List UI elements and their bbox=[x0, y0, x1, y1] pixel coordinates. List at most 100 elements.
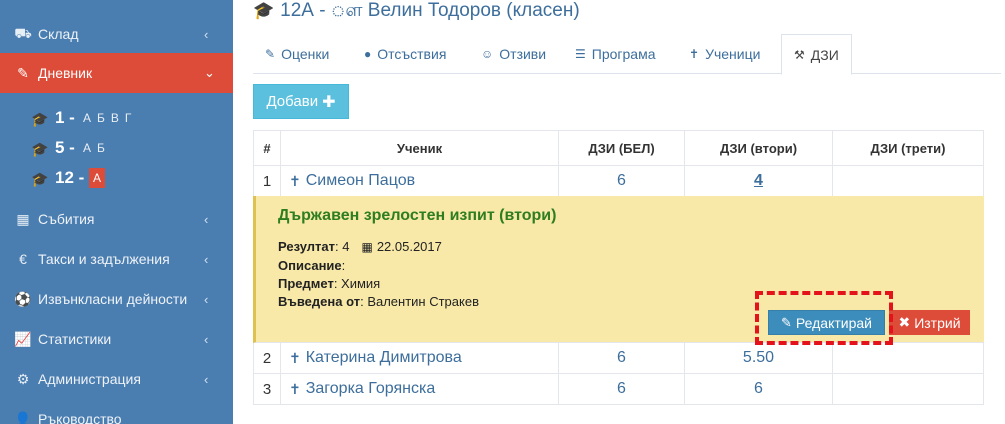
exclamation-icon: ● bbox=[364, 47, 372, 61]
row-number: 3 bbox=[253, 374, 281, 405]
class-letter-link[interactable]: В bbox=[111, 111, 119, 125]
cogs-icon: ⚙ bbox=[16, 370, 30, 387]
table-header: ДЗИ (втори) bbox=[685, 130, 833, 166]
student-name-link[interactable]: Загорка Горянска bbox=[306, 380, 436, 398]
grade-second-cell[interactable]: 5.50 bbox=[685, 343, 833, 374]
grade-label[interactable]: 12 - bbox=[55, 168, 84, 188]
sidebar-item-events[interactable]: ▦ Събития ‹ bbox=[0, 199, 233, 239]
sidebar-item-administration[interactable]: ⚙ Администрация ‹ bbox=[0, 359, 233, 399]
page-title: 🎓 12А - ௗ Велин Тодоров (класен) bbox=[253, 0, 580, 24]
sidebar-item-extracurricular[interactable]: ⚽ Извънкласни дейности ‹ bbox=[0, 279, 233, 319]
detail-result-line: Резултат: 4 ▦ 22.05.2017 bbox=[278, 239, 442, 254]
grade-second-cell[interactable]: 4 bbox=[685, 166, 833, 197]
tab-bar: ✎ Оценки ● Отсъствия ☺ Отзиви ☰ Програма ✝ Уч… bbox=[253, 34, 1001, 75]
result-value: 4 bbox=[342, 239, 350, 254]
sidebar-item-label: Дневник bbox=[38, 65, 93, 81]
tab-schedule[interactable]: ☰ Програма bbox=[575, 34, 656, 74]
grade-third-cell[interactable] bbox=[833, 374, 984, 405]
pencil-icon: ✎ bbox=[265, 47, 276, 61]
tab-label: Ученици bbox=[705, 46, 761, 62]
sidebar-item-fees[interactable]: € Такси и задължения ‹ bbox=[0, 239, 233, 279]
grade-third-cell[interactable] bbox=[833, 343, 984, 374]
detail-entered-by-line: Въведена от: Валентин Стракев bbox=[278, 294, 479, 309]
detail-description-line: Описание: bbox=[278, 258, 346, 273]
entered-by-value: Валентин Стракев bbox=[367, 294, 479, 309]
child-icon: ✝ bbox=[289, 380, 301, 397]
class-letter-link[interactable]: А bbox=[83, 141, 91, 155]
delete-button[interactable]: ✖ Изтрий bbox=[889, 310, 970, 335]
main-content: 🎓 12А - ௗ Велин Тодоров (класен) ✎ Оценки … bbox=[233, 0, 1005, 424]
page-title-text: 12А - ௗ Велин Тодоров (класен) bbox=[280, 0, 580, 21]
chevron-left-icon: ‹ bbox=[204, 26, 209, 42]
grade-12-group: 🎓 12 - А bbox=[0, 164, 233, 194]
sidebar-item-warehouse[interactable]: ⛟ Склад ‹ bbox=[0, 14, 233, 54]
grade-label[interactable]: 1 - bbox=[55, 108, 75, 128]
sidebar-item-statistics[interactable]: 📈 Статистики ‹ bbox=[0, 319, 233, 359]
child-icon: ✝ bbox=[689, 47, 700, 61]
calendar-icon: ▦ bbox=[361, 240, 373, 254]
class-letter-link[interactable]: Г bbox=[125, 111, 132, 125]
grade-bel-cell[interactable]: 6 bbox=[559, 374, 685, 405]
class-letter-link[interactable]: Б bbox=[97, 141, 105, 155]
sidebar-item-label: Такси и задължения bbox=[38, 251, 170, 267]
grade-bel-cell[interactable]: 6 bbox=[559, 343, 685, 374]
gavel-icon: ⚒ bbox=[794, 47, 805, 62]
plus-icon: ✚ bbox=[322, 93, 336, 111]
grade-letters: АБ bbox=[83, 141, 111, 155]
grade-bel-cell[interactable]: 6 bbox=[559, 166, 685, 197]
graduation-cap-icon: 🎓 bbox=[31, 141, 49, 157]
grade-label[interactable]: 5 - bbox=[55, 138, 75, 158]
student-name-cell[interactable]: ✝ Загорка Горянска bbox=[281, 374, 559, 405]
tab-students[interactable]: ✝ Ученици bbox=[689, 34, 760, 74]
grade-letters: АБВГ bbox=[83, 111, 137, 125]
table-header: ДЗИ (трети) bbox=[833, 130, 984, 166]
tab-label: Програма bbox=[591, 46, 656, 62]
chevron-left-icon: ‹ bbox=[204, 371, 209, 387]
class-letter-link[interactable]: Б bbox=[97, 111, 105, 125]
edit-button[interactable]: ✎ Редактирай bbox=[768, 310, 885, 335]
sidebar-item-label: Извънкласни дейности bbox=[38, 291, 188, 307]
list-icon: ☰ bbox=[575, 47, 586, 61]
add-button-label: Добави bbox=[266, 93, 319, 110]
sidebar-item-label: Ръководство bbox=[38, 411, 122, 424]
sidebar: ⛟ Склад ‹ ✎ Дневник ⌄ 🎓 1 - АБВГ 🎓 5 - А… bbox=[0, 0, 233, 424]
tab-absences[interactable]: ● Отсъствия bbox=[364, 34, 446, 74]
student-name-link[interactable]: Катерина Димитрова bbox=[306, 349, 462, 367]
chevron-left-icon: ‹ bbox=[204, 291, 209, 307]
grade-second-cell[interactable]: 6 bbox=[685, 374, 833, 405]
calendar-icon: ▦ bbox=[16, 210, 30, 227]
tab-label: ДЗИ bbox=[810, 46, 839, 63]
cart-icon: ⛟ bbox=[14, 24, 32, 41]
sidebar-item-management[interactable]: 👤 Ръководство bbox=[0, 399, 233, 424]
entered-by-label: Въведена от bbox=[278, 294, 361, 309]
student-name-cell[interactable]: ✝ Симеон Пацов bbox=[281, 166, 559, 197]
tab-dzi[interactable]: ⚒ ДЗИ bbox=[781, 34, 852, 75]
chevron-left-icon: ‹ bbox=[204, 211, 209, 227]
class-letter-link[interactable]: А bbox=[83, 111, 91, 125]
detail-subject-line: Предмет: Химия bbox=[278, 276, 381, 291]
tab-reviews[interactable]: ☺ Отзиви bbox=[481, 34, 546, 74]
subject-label: Предмет bbox=[278, 276, 334, 291]
sidebar-item-label: Склад bbox=[38, 26, 79, 42]
add-button[interactable]: Добави ✚ bbox=[253, 84, 349, 119]
soccer-ball-icon: ⚽ bbox=[14, 290, 32, 307]
student-name-link[interactable]: Симеон Пацов bbox=[306, 172, 415, 190]
tab-label: Оценки bbox=[281, 46, 330, 62]
sidebar-item-diary[interactable]: ✎ Дневник ⌄ bbox=[0, 53, 233, 93]
class-letter-link-active[interactable]: А bbox=[89, 168, 106, 188]
tab-label: Отзиви bbox=[499, 46, 547, 62]
table-header: ДЗИ (БЕЛ) bbox=[559, 130, 685, 166]
chevron-left-icon: ‹ bbox=[204, 251, 209, 267]
result-label: Резултат bbox=[278, 239, 335, 254]
sidebar-item-label: Статистики bbox=[38, 331, 112, 347]
table-header: # bbox=[253, 130, 281, 166]
table-header: Ученик bbox=[281, 130, 559, 166]
sidebar-item-label: Събития bbox=[38, 211, 95, 227]
tab-label: Отсъствия bbox=[377, 46, 447, 62]
exam-date: 22.05.2017 bbox=[376, 239, 442, 254]
tab-grades[interactable]: ✎ Оценки bbox=[265, 34, 329, 74]
sidebar-item-label: Администрация bbox=[38, 371, 141, 387]
student-name-cell[interactable]: ✝ Катерина Димитрова bbox=[281, 343, 559, 374]
graduation-cap-icon: 🎓 bbox=[253, 1, 275, 20]
grade-third-cell[interactable] bbox=[833, 166, 984, 197]
